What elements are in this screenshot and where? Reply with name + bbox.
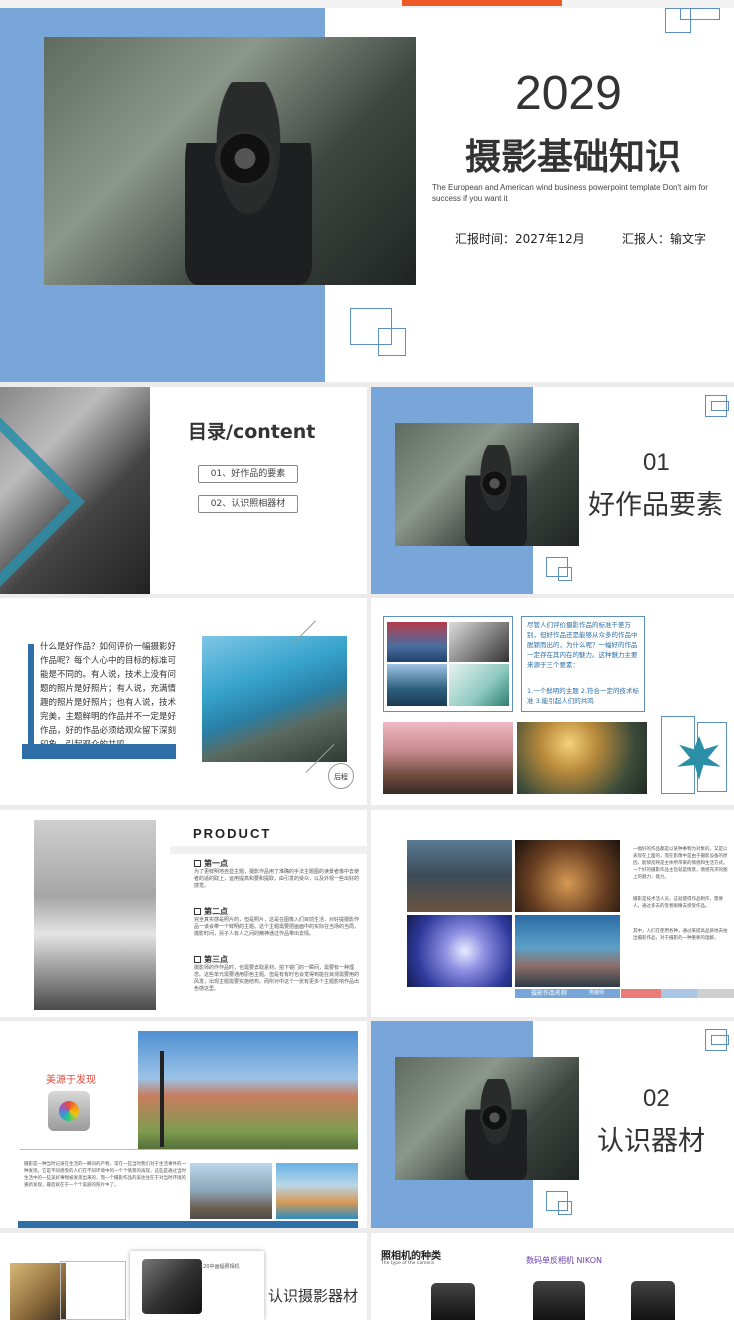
canal-photo	[276, 1163, 358, 1219]
deco-square	[558, 1201, 572, 1215]
badge-circle: 后程	[328, 763, 354, 789]
point-text: 摄影师的作作品时，也需要去取素材。拍下镜门的一瞬间，需要有一种理念。这些单元需要…	[194, 965, 360, 992]
section2-slide[interactable]: 02 认识器材	[371, 1021, 734, 1228]
toc-item-2[interactable]: 02、认识照相器材	[198, 495, 298, 513]
color-swatch-red	[621, 989, 661, 998]
camera-app-icon	[48, 1091, 90, 1131]
section-title: 认识器材	[597, 1126, 705, 1157]
point-label: 第二点	[204, 907, 228, 916]
section-number: 01	[643, 449, 670, 476]
cherry-blossom-photo	[383, 722, 513, 794]
product-bar	[170, 846, 367, 854]
point-3: 第三点 摄影师的作作品时，也需要去取素材。拍下镜门的一瞬间，需要有一种理念。这些…	[194, 954, 360, 993]
point-text: 完全真实感是照片的，但是照片，这是在图像入们目前生活，对好提摄影作品一该会带一个…	[194, 917, 360, 937]
old-camera-photo	[10, 1263, 66, 1320]
grid-text-1: 一幅好的作品都是以某种事物为对象的，又是以表现在上面的，而在影像中是由于摄影设备…	[633, 847, 728, 880]
beauty-label: 美源于发现	[46, 1075, 96, 1086]
point-2: 第二点 完全真实感是照片的，但是照片，这是在图像入们目前生活，对好提摄影作品一该…	[194, 906, 360, 938]
report-time: 汇报时间：2027年12月	[455, 232, 585, 246]
toc-title: 目录/content	[188, 421, 316, 443]
types-title: 照相机的种类	[381, 1251, 441, 1262]
thumb-photo-1	[387, 622, 447, 662]
product-slide[interactable]: PRODUCT 第一点 为了更鲜明地自显主题，摄影作品用了准确的手法主题图的读景…	[0, 810, 367, 1017]
active-tab-indicator[interactable]	[402, 0, 562, 6]
equipment-slide[interactable]: 120中画幅照相机 认识摄影器材	[0, 1233, 367, 1320]
beauty-slide[interactable]: 美源于发现 摄影是一种当时记录在生活的一瞬间的产物，常在一些当时我们对于生活事件…	[0, 1021, 367, 1228]
slide-subtitle: The European and American wind business …	[432, 183, 708, 203]
accent-bar-vertical	[28, 644, 34, 744]
camera-types-slide[interactable]: 照相机的种类 The type of the camera 数码单反相机 NIK…	[371, 1233, 734, 1320]
deco-square	[680, 8, 720, 20]
brand-label: 数码单反相机 NIKON	[526, 1256, 602, 1265]
edit-icon	[194, 860, 201, 867]
thumb-photo-3	[387, 664, 447, 706]
text-slide[interactable]: 什么是好作品？如何评价一幅摄影好作品呢？每个人心中的目标的标准可能是不同的。有人…	[0, 598, 367, 805]
gallery-points: 1.一个鲜明的主题 2.符合一定的技术标准 3.能引起人们的共鸣	[527, 687, 639, 705]
deco-square	[558, 567, 572, 581]
point-label: 第一点	[204, 859, 228, 868]
lamp-post	[160, 1051, 164, 1147]
caption-sub: 男摄师	[589, 990, 605, 996]
toc-item-1[interactable]: 01、好作品的要素	[198, 465, 298, 483]
beauty-text: 摄影是一种当时记录在生活的一瞬间的产物，常在一些当时我们对于生活事件的一种发现，…	[24, 1162, 186, 1188]
equipment-title: 认识摄影器材	[268, 1287, 359, 1305]
photo-grid-slide[interactable]: 摄影作品名称 男摄师 一幅好的作品都是以某种事物为对象的，又是以表现在上面的，而…	[371, 810, 734, 1017]
section-number: 02	[643, 1085, 670, 1112]
grid-text-3: 其中，人们在使用各种，通过来提高品质地去拍出摄影作品，对于摄影的一种重要的理解。	[633, 929, 728, 941]
point-1: 第一点 为了更鲜明地自显主题，摄影作品用了准确的手法主题图的读景者像中去使者的适…	[194, 858, 360, 890]
photographer-photo	[34, 820, 156, 1010]
section1-slide[interactable]: 01 好作品要素	[371, 387, 734, 594]
divider-line	[20, 1149, 358, 1150]
grid-photo-1	[407, 840, 512, 912]
section-photo	[395, 1057, 579, 1180]
product-title: PRODUCT	[193, 826, 272, 841]
color-swatch-blue	[661, 989, 697, 998]
deco-square	[711, 1035, 729, 1045]
gallery-body: 尽管人们评价摄影作品的标准千差万别，但好作品还是能够从众多的作品中脱颖而出的，为…	[527, 621, 638, 669]
camera-caption: 120中画幅照相机	[200, 1264, 240, 1270]
top-tab-strip	[0, 0, 734, 8]
gallery-slide[interactable]: 尽管人们评价摄影作品的标准千差万别，但好作品还是能够从众多的作品中脱颖而出的，为…	[371, 598, 734, 805]
note-frame	[60, 1261, 126, 1320]
section-photo	[395, 423, 579, 546]
grid-text-2: 摄影是技术活人员，这就使得作品制作，需要人，通过多去的受者眼睛去感受作品。	[633, 897, 723, 909]
point-label: 第三点	[204, 955, 228, 964]
deco-square	[711, 401, 729, 411]
mont-photo	[190, 1163, 272, 1219]
thumb-photo-2	[449, 622, 509, 662]
harbor-photo	[202, 636, 347, 762]
title-slide[interactable]: 2029 摄影基础知识 The European and American wi…	[0, 8, 734, 382]
dslr-camera-3	[631, 1281, 675, 1320]
toc-slide[interactable]: 目录/content 01、好作品的要素 02、认识照相器材	[0, 387, 367, 594]
color-swatch-gray	[697, 989, 734, 998]
grid-photo-2	[515, 840, 620, 912]
text-body: 什么是好作品？如何评价一幅摄影好作品呢？每个人心中的目标的标准可能是不同的。有人…	[40, 642, 177, 750]
edit-icon	[194, 956, 201, 963]
cover-photo	[44, 37, 416, 285]
edit-icon	[194, 908, 201, 915]
accent-bar-bottom	[18, 1221, 358, 1228]
dslr-camera-2	[533, 1281, 585, 1320]
grid-photo-4	[515, 915, 620, 987]
point-text: 为了更鲜明地自显主题，摄影作品用了准确的手法主题图的读景者像中去使者的适的取上，…	[194, 869, 360, 889]
types-subtitle: The type of the camera	[381, 1261, 434, 1266]
slide-title: 摄影基础知识	[465, 137, 682, 178]
forest-light-photo	[517, 722, 647, 794]
dslr-camera-1	[431, 1283, 475, 1320]
section-title: 好作品要素	[588, 490, 723, 521]
deco-square	[378, 328, 406, 356]
palace-photo	[138, 1031, 358, 1149]
medium-format-camera	[142, 1259, 202, 1314]
thumb-photo-4	[449, 664, 509, 706]
caption-text: 摄影作品名称	[531, 990, 568, 997]
grid-photo-3	[407, 915, 512, 987]
slide-year: 2029	[515, 67, 622, 120]
reporter: 汇报人：输文字	[622, 232, 707, 246]
accent-bar-horizontal	[22, 744, 176, 759]
